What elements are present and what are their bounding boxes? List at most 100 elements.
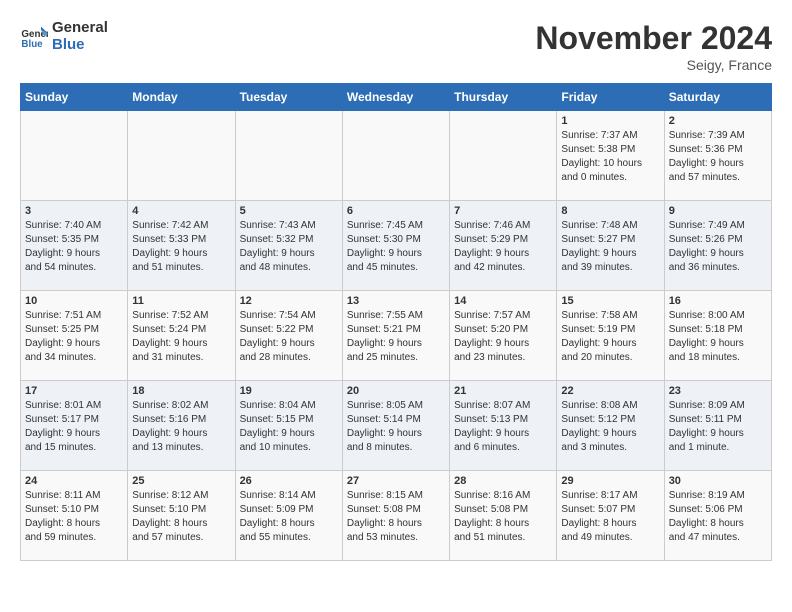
day-info: Sunrise: 8:12 AM Sunset: 5:10 PM Dayligh… <box>132 489 230 545</box>
calendar-cell: 20 Sunrise: 8:05 AM Sunset: 5:14 PM Dayli… <box>342 381 449 471</box>
calendar-cell: 3Sunrise: 7:40 AM Sunset: 5:35 PM Daylig… <box>21 201 128 291</box>
day-info: Sunrise: 8:08 AM Sunset: 5:12 PM Dayligh… <box>561 399 659 455</box>
day-info: Sunrise: 7:54 AM Sunset: 5:22 PM Dayligh… <box>240 309 338 365</box>
day-info: Sunrise: 8:15 AM Sunset: 5:08 PM Dayligh… <box>347 489 445 545</box>
calendar-cell: 21 Sunrise: 8:07 AM Sunset: 5:13 PM Dayli… <box>450 381 557 471</box>
day-number: 15 <box>561 295 659 307</box>
calendar-cell <box>21 111 128 201</box>
logo: General Blue General Blue <box>20 20 108 53</box>
day-info: Sunrise: 8:16 AM Sunset: 5:08 PM Dayligh… <box>454 489 552 545</box>
logo-general: General <box>52 19 108 36</box>
month-title: November 2024 <box>535 20 772 57</box>
day-number: 1 <box>561 115 659 127</box>
calendar-cell: 7 Sunrise: 7:46 AM Sunset: 5:29 PM Daylig… <box>450 201 557 291</box>
calendar-cell: 30Sunrise: 8:19 AM Sunset: 5:06 PM Dayli… <box>664 471 771 561</box>
day-number: 22 <box>561 385 659 397</box>
day-info: Sunrise: 7:58 AM Sunset: 5:19 PM Dayligh… <box>561 309 659 365</box>
day-number: 2 <box>669 115 767 127</box>
logo-blue: Blue <box>52 37 108 54</box>
calendar-cell: 29Sunrise: 8:17 AM Sunset: 5:07 PM Dayli… <box>557 471 664 561</box>
day-info: Sunrise: 7:40 AM Sunset: 5:35 PM Dayligh… <box>25 219 123 275</box>
day-info: Sunrise: 8:04 AM Sunset: 5:15 PM Dayligh… <box>240 399 338 455</box>
calendar-cell: 11Sunrise: 7:52 AM Sunset: 5:24 PM Dayli… <box>128 291 235 381</box>
day-number: 23 <box>669 385 767 397</box>
calendar-cell: 17Sunrise: 8:01 AM Sunset: 5:17 PM Dayli… <box>21 381 128 471</box>
title-block: November 2024 Seigy, France <box>535 20 772 73</box>
day-number: 30 <box>669 475 767 487</box>
weekday-header-row: SundayMondayTuesdayWednesdayThursdayFrid… <box>21 84 772 111</box>
calendar-cell: 12 Sunrise: 7:54 AM Sunset: 5:22 PM Dayli… <box>235 291 342 381</box>
calendar-cell: 16 Sunrise: 8:00 AM Sunset: 5:18 PM Dayli… <box>664 291 771 381</box>
calendar-cell: 18Sunrise: 8:02 AM Sunset: 5:16 PM Dayli… <box>128 381 235 471</box>
day-info: Sunrise: 8:05 AM Sunset: 5:14 PM Dayligh… <box>347 399 445 455</box>
calendar-cell <box>235 111 342 201</box>
location-subtitle: Seigy, France <box>535 57 772 73</box>
day-info: Sunrise: 7:42 AM Sunset: 5:33 PM Dayligh… <box>132 219 230 275</box>
weekday-header-saturday: Saturday <box>664 84 771 111</box>
day-info: Sunrise: 7:39 AM Sunset: 5:36 PM Dayligh… <box>669 129 767 185</box>
day-number: 19 <box>240 385 338 397</box>
weekday-header-wednesday: Wednesday <box>342 84 449 111</box>
day-info: Sunrise: 7:46 AM Sunset: 5:29 PM Dayligh… <box>454 219 552 275</box>
calendar-cell: 10 Sunrise: 7:51 AM Sunset: 5:25 PM Dayli… <box>21 291 128 381</box>
day-number: 8 <box>561 205 659 217</box>
calendar-week-row: 10 Sunrise: 7:51 AM Sunset: 5:25 PM Dayli… <box>21 291 772 381</box>
calendar-cell <box>342 111 449 201</box>
day-number: 27 <box>347 475 445 487</box>
day-info: Sunrise: 7:57 AM Sunset: 5:20 PM Dayligh… <box>454 309 552 365</box>
calendar-cell: 9 Sunrise: 7:49 AM Sunset: 5:26 PM Daylig… <box>664 201 771 291</box>
calendar-cell: 27 Sunrise: 8:15 AM Sunset: 5:08 PM Dayli… <box>342 471 449 561</box>
day-number: 4 <box>132 205 230 217</box>
svg-text:Blue: Blue <box>21 38 43 49</box>
day-info: Sunrise: 7:45 AM Sunset: 5:30 PM Dayligh… <box>347 219 445 275</box>
day-number: 12 <box>240 295 338 307</box>
day-number: 9 <box>669 205 767 217</box>
day-info: Sunrise: 7:49 AM Sunset: 5:26 PM Dayligh… <box>669 219 767 275</box>
page-header: General Blue General Blue November 2024 … <box>20 20 772 73</box>
day-number: 11 <box>132 295 230 307</box>
calendar-cell: 26Sunrise: 8:14 AM Sunset: 5:09 PM Dayli… <box>235 471 342 561</box>
day-number: 14 <box>454 295 552 307</box>
calendar-table: SundayMondayTuesdayWednesdayThursdayFrid… <box>20 83 772 561</box>
calendar-cell <box>450 111 557 201</box>
day-number: 20 <box>347 385 445 397</box>
calendar-cell <box>128 111 235 201</box>
weekday-header-friday: Friday <box>557 84 664 111</box>
day-number: 5 <box>240 205 338 217</box>
calendar-week-row: 1Sunrise: 7:37 AM Sunset: 5:38 PM Daylig… <box>21 111 772 201</box>
weekday-header-monday: Monday <box>128 84 235 111</box>
calendar-cell: 28 Sunrise: 8:16 AM Sunset: 5:08 PM Dayli… <box>450 471 557 561</box>
day-info: Sunrise: 8:07 AM Sunset: 5:13 PM Dayligh… <box>454 399 552 455</box>
day-number: 6 <box>347 205 445 217</box>
calendar-cell: 23 Sunrise: 8:09 AM Sunset: 5:11 PM Dayli… <box>664 381 771 471</box>
calendar-cell: 19 Sunrise: 8:04 AM Sunset: 5:15 PM Dayli… <box>235 381 342 471</box>
day-number: 26 <box>240 475 338 487</box>
day-number: 7 <box>454 205 552 217</box>
calendar-week-row: 17Sunrise: 8:01 AM Sunset: 5:17 PM Dayli… <box>21 381 772 471</box>
calendar-cell: 14 Sunrise: 7:57 AM Sunset: 5:20 PM Dayli… <box>450 291 557 381</box>
day-number: 24 <box>25 475 123 487</box>
calendar-cell: 25 Sunrise: 8:12 AM Sunset: 5:10 PM Dayli… <box>128 471 235 561</box>
day-number: 10 <box>25 295 123 307</box>
day-number: 16 <box>669 295 767 307</box>
calendar-cell: 13Sunrise: 7:55 AM Sunset: 5:21 PM Dayli… <box>342 291 449 381</box>
day-info: Sunrise: 8:11 AM Sunset: 5:10 PM Dayligh… <box>25 489 123 545</box>
day-info: Sunrise: 7:55 AM Sunset: 5:21 PM Dayligh… <box>347 309 445 365</box>
day-number: 18 <box>132 385 230 397</box>
calendar-cell: 5 Sunrise: 7:43 AM Sunset: 5:32 PM Daylig… <box>235 201 342 291</box>
day-info: Sunrise: 8:00 AM Sunset: 5:18 PM Dayligh… <box>669 309 767 365</box>
day-info: Sunrise: 7:51 AM Sunset: 5:25 PM Dayligh… <box>25 309 123 365</box>
weekday-header-thursday: Thursday <box>450 84 557 111</box>
day-number: 21 <box>454 385 552 397</box>
calendar-cell: 22 Sunrise: 8:08 AM Sunset: 5:12 PM Dayli… <box>557 381 664 471</box>
day-number: 28 <box>454 475 552 487</box>
day-number: 25 <box>132 475 230 487</box>
calendar-cell: 8Sunrise: 7:48 AM Sunset: 5:27 PM Daylig… <box>557 201 664 291</box>
day-info: Sunrise: 8:01 AM Sunset: 5:17 PM Dayligh… <box>25 399 123 455</box>
calendar-cell: 2 Sunrise: 7:39 AM Sunset: 5:36 PM Daylig… <box>664 111 771 201</box>
calendar-cell: 1Sunrise: 7:37 AM Sunset: 5:38 PM Daylig… <box>557 111 664 201</box>
day-info: Sunrise: 8:09 AM Sunset: 5:11 PM Dayligh… <box>669 399 767 455</box>
calendar-cell: 4 Sunrise: 7:42 AM Sunset: 5:33 PM Daylig… <box>128 201 235 291</box>
calendar-week-row: 3Sunrise: 7:40 AM Sunset: 5:35 PM Daylig… <box>21 201 772 291</box>
day-info: Sunrise: 7:43 AM Sunset: 5:32 PM Dayligh… <box>240 219 338 275</box>
